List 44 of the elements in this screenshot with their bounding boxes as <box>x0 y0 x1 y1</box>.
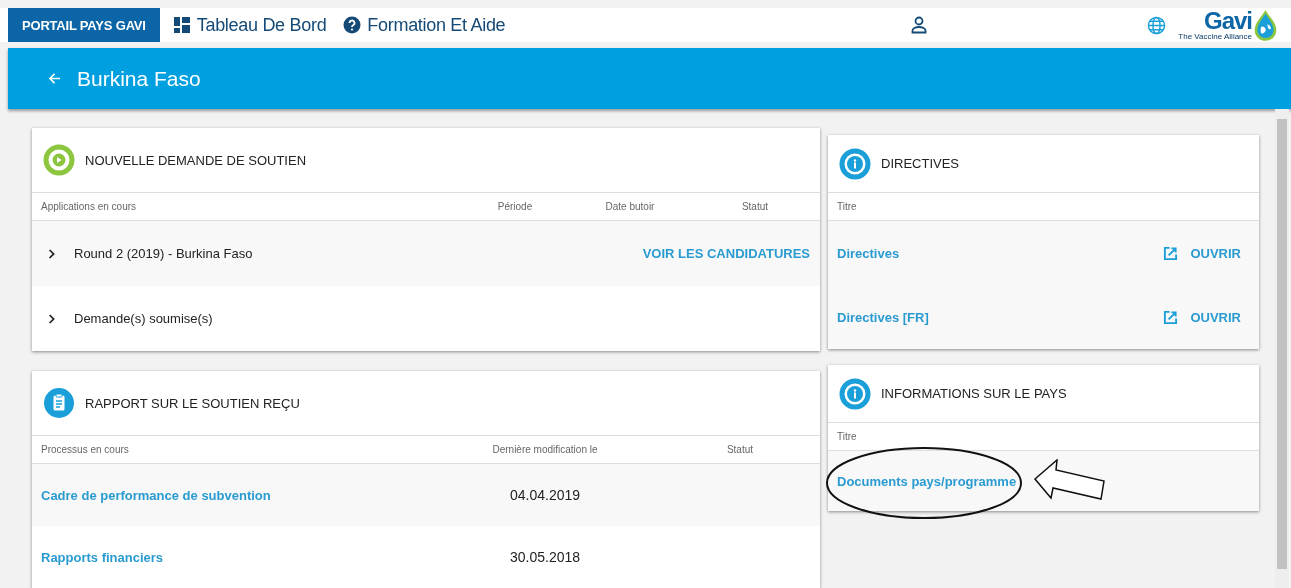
scrollbar[interactable] <box>1275 109 1289 588</box>
column-header: Période <box>496 201 534 212</box>
external-link-icon <box>1163 245 1179 261</box>
chevron-icon[interactable] <box>48 313 56 324</box>
nav-link[interactable]: Tableau De Bord <box>172 8 327 43</box>
clipboard-icon <box>43 387 75 419</box>
nav-link[interactable]: Formation Et Aide <box>343 8 506 43</box>
info-icon <box>839 377 871 410</box>
view-applications-link[interactable]: VOIR LES CANDIDATURES <box>642 246 810 261</box>
external-link-icon <box>1163 309 1179 325</box>
globe-icon[interactable] <box>1147 15 1167 35</box>
open-button[interactable]: OUVRIR <box>1163 245 1241 261</box>
card-title: INFORMATIONS SUR LE PAYS <box>881 386 1067 401</box>
logo-wordmark: Gavi <box>1203 9 1252 34</box>
country-title: Burkina Faso <box>77 66 201 91</box>
chevron-icon[interactable] <box>48 248 56 259</box>
column-header: Date butoir <box>604 201 656 212</box>
guideline-link[interactable]: Directives <box>837 245 900 261</box>
column-header: Statut <box>740 201 770 212</box>
logo-tagline: The Vaccine Alliance <box>1178 33 1252 42</box>
application-name: Round 2 (2019) - Burkina Faso <box>74 246 254 261</box>
report-link[interactable]: Cadre de performance de subvention <box>41 487 430 503</box>
column-header: Dernière modification le <box>491 444 599 455</box>
guideline-link[interactable]: Directives [FR] <box>837 309 929 325</box>
column-header: Statut <box>725 444 755 455</box>
column-header: Titre <box>837 431 857 442</box>
application-name: Demande(s) soumise(s) <box>74 311 214 326</box>
help-icon <box>343 16 362 35</box>
column-header: Titre <box>837 201 857 212</box>
play-circle-icon <box>43 144 75 176</box>
open-button[interactable]: OUVRIR <box>1163 309 1241 325</box>
column-header: Processus en cours <box>41 444 130 455</box>
column-header: Applications en cours <box>41 201 138 212</box>
card-title: RAPPORT SUR LE SOUTIEN REÇU <box>85 395 300 411</box>
back-arrow-icon[interactable] <box>48 72 61 86</box>
info-icon <box>839 147 871 180</box>
portal-brand[interactable]: PORTAIL PAYS GAVI <box>8 8 160 43</box>
user-icon[interactable] <box>911 16 928 35</box>
report-link[interactable]: Rapports financiers <box>41 549 430 565</box>
card-title: DIRECTIVES <box>881 156 959 171</box>
modified-date: 04.04.2019 <box>508 487 582 503</box>
card-title: NOUVELLE DEMANDE DE SOUTIEN <box>85 152 307 168</box>
modified-date: 30.05.2018 <box>508 549 582 565</box>
dashboard-icon <box>172 16 191 35</box>
